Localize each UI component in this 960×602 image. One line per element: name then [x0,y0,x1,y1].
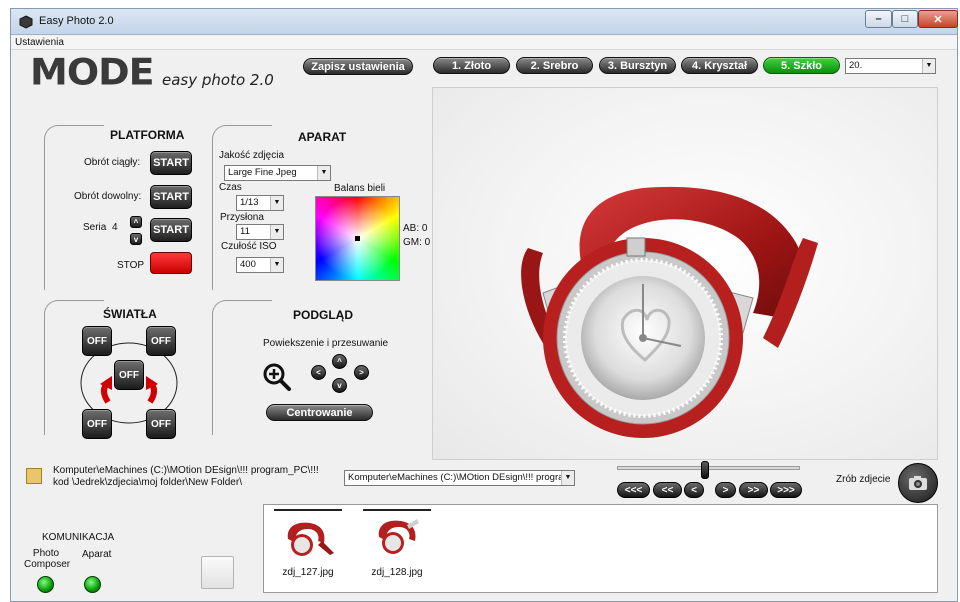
gm-value: GM: 0 [403,237,431,248]
platform-title: PLATFORMA [110,128,185,142]
aperture-select[interactable]: 11 ▼ [236,224,284,240]
watch-thumbnail [378,519,419,554]
shutter-select[interactable]: 1/13 ▼ [236,195,284,211]
white-balance-marker[interactable] [355,236,360,241]
nav-next-button[interactable]: > [715,482,736,498]
app-icon [19,15,33,29]
thumbnail-image[interactable] [274,509,342,561]
preset-button-amber[interactable]: 3. Bursztyn [599,57,676,74]
folder-icon[interactable] [26,468,42,484]
blank-button[interactable] [201,556,234,589]
white-balance-label: Balans bieli [334,183,386,194]
light-top-right-off-button[interactable]: OFF [146,326,176,356]
photo-composer-label: Photo Composer [24,548,71,570]
quality-label: Jakość zdjęcia [219,150,285,161]
chevron-down-icon: ▼ [561,471,574,485]
pan-right-button[interactable]: > [354,365,369,380]
camera-status-led [84,576,101,593]
nav-last-button[interactable]: >>> [770,482,802,498]
chevron-down-icon: ▼ [317,166,330,180]
nav-prev-fast-button[interactable]: << [653,482,682,498]
communication-title: KOMUNIKACJA [42,532,115,543]
quality-select-value: Large Fine Jpeg [228,167,297,178]
save-settings-button[interactable]: Zapisz ustawienia [303,58,413,75]
chevron-down-icon: ▼ [270,225,283,239]
preset-button-gold[interactable]: 1. Złoto [433,57,510,74]
watch-photo [521,186,818,438]
chevron-down-icon: ▼ [270,258,283,272]
continuous-rotation-label: Obrót ciągły: [84,157,141,168]
shutter-select-value: 1/13 [240,197,259,208]
free-rotation-start-button[interactable]: START [150,185,192,209]
minimize-button[interactable]: – [865,10,892,28]
free-rotation-label: Obrót dowolny: [74,191,142,202]
lights-title: ŚWIATŁA [103,307,157,321]
center-button[interactable]: Centrowanie [266,404,373,421]
series-up-button[interactable]: ^ [130,216,142,228]
preset-select-value: 20. [849,60,863,71]
brand-logo: MODE [30,51,155,93]
aperture-select-value: 11 [240,226,250,237]
zoom-pan-label: Powiekszenie i przesuwanie [263,338,389,349]
chevron-down-icon: ▼ [922,59,935,73]
pan-down-button[interactable]: v [332,378,347,393]
preview-title: PODGLĄD [293,308,353,322]
maximize-button[interactable]: □ [892,10,918,28]
path-select[interactable]: Komputer\eMachines (C:)\MOtion DEsign\!!… [344,470,575,486]
take-photo-button[interactable] [898,463,938,503]
camera-title: APARAT [298,130,347,144]
nav-first-button[interactable]: <<< [617,482,650,498]
aperture-label: Przysłona [220,212,264,223]
nav-prev-button[interactable]: < [684,482,704,498]
preset-select[interactable]: 20. ▼ [845,58,936,74]
current-path-text: Komputer\eMachines (C:)\MOtion DEsign\!!… [53,465,319,488]
watch-thumbnail [287,522,334,556]
menu-settings[interactable]: Ustawienia [15,37,64,48]
light-center-off-button[interactable]: OFF [114,360,144,390]
preset-button-silver[interactable]: 2. Srebro [516,57,593,74]
close-button[interactable]: ✕ [918,10,958,28]
platform-panel-frame [44,125,104,290]
stop-label: STOP [117,260,145,271]
thumbnail-label: zdj_127.jpg [282,567,334,578]
iso-select-value: 400 [240,259,256,270]
photo-composer-status-led [37,576,54,593]
photo-preview [432,87,938,460]
quality-select[interactable]: Large Fine Jpeg ▼ [224,165,331,181]
title-bar: Easy Photo 2.0 – □ ✕ [11,9,958,35]
light-bottom-right-off-button[interactable]: OFF [146,409,176,439]
camera-connection-label: Aparat [82,549,112,560]
path-select-value: Komputer\eMachines (C:)\MOtion DEsign\!!… [348,472,574,483]
window-title: Easy Photo 2.0 [39,15,114,27]
preset-button-crystal[interactable]: 4. Kryształ [681,57,758,74]
thumbnail-strip: zdj_127.jpg zdj_128.jpg [263,504,938,593]
menu-bar: Ustawienia [11,36,957,50]
series-label: Seria [83,222,107,233]
chevron-down-icon: ▼ [270,196,283,210]
light-top-left-off-button[interactable]: OFF [82,326,112,356]
stop-button[interactable] [150,252,192,274]
zoom-in-icon[interactable] [262,362,292,392]
iso-select[interactable]: 400 ▼ [236,257,284,273]
iso-label: Czułość ISO [221,241,277,252]
series-value: 4 [112,222,118,233]
pan-left-button[interactable]: < [311,365,326,380]
take-photo-label: Zrób zdjecie [836,474,891,485]
product-name: easy photo 2.0 [162,71,274,89]
thumbnail-image[interactable] [363,509,431,561]
light-bottom-left-off-button[interactable]: OFF [82,409,112,439]
continuous-rotation-start-button[interactable]: START [150,151,192,175]
series-down-button[interactable]: v [130,233,142,245]
white-balance-picker[interactable] [315,196,400,281]
preset-button-glass[interactable]: 5. Szkło [763,57,840,74]
series-start-button[interactable]: START [150,218,192,242]
shutter-label: Czas [219,182,242,193]
thumbnail-label: zdj_128.jpg [371,567,423,578]
camera-icon [909,476,927,490]
frame-slider-thumb[interactable] [700,461,709,479]
ab-value: AB: 0 [403,223,428,234]
pan-up-button[interactable]: ^ [332,354,347,369]
nav-next-fast-button[interactable]: >> [739,482,768,498]
